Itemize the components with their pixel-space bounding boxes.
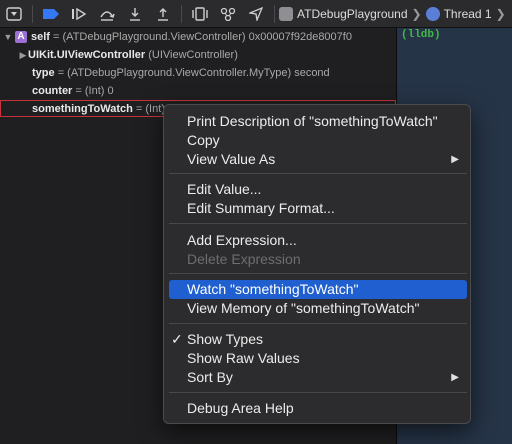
variable-name: type — [32, 67, 55, 79]
variable-name: counter — [32, 85, 73, 97]
submenu-arrow-icon: ▶ — [451, 372, 459, 383]
breadcrumb-app[interactable]: ATDebugPlayground — [297, 7, 408, 21]
thread-icon — [425, 6, 440, 21]
toolbar-divider — [181, 4, 182, 23]
app-icon — [279, 6, 293, 21]
variable-row-type[interactable]: type = (ATDebugPlayground.ViewController… — [0, 64, 396, 82]
menu-separator — [169, 223, 467, 224]
variable-row-superclass[interactable]: ▶ UIKit.UIViewController (UIViewControll… — [0, 46, 396, 64]
disclosure-open-icon[interactable]: ▼ — [3, 32, 13, 42]
menu-separator — [169, 392, 467, 393]
menu-separator — [169, 323, 467, 324]
menu-item-print-description[interactable]: Print Description of "somethingToWatch" — [169, 112, 467, 131]
toolbar-divider — [32, 4, 33, 23]
menu-item-add-expression[interactable]: Add Expression... — [169, 231, 467, 250]
memory-graph-icon[interactable] — [217, 3, 239, 25]
menu-item-show-types[interactable]: ✓ Show Types — [169, 330, 467, 349]
menu-item-view-memory[interactable]: View Memory of "somethingToWatch" — [169, 299, 467, 318]
menu-item-edit-value[interactable]: Edit Value... — [169, 180, 467, 199]
variable-row-counter[interactable]: counter = (Int) 0 — [0, 82, 396, 100]
menu-item-edit-summary-format[interactable]: Edit Summary Format... — [169, 199, 467, 218]
menu-item-watch[interactable]: Watch "somethingToWatch" — [169, 280, 467, 299]
variable-detail: = (ATDebugPlayground.ViewController.MyTy… — [57, 67, 330, 79]
menu-item-label: Sort By — [187, 369, 233, 385]
variable-detail: = (Int) 0 — [75, 85, 114, 97]
menu-item-label: Show Types — [187, 331, 264, 347]
lldb-prompt: (lldb) — [401, 29, 441, 41]
view-debugger-icon[interactable] — [189, 3, 211, 25]
checkmark-icon: ✓ — [171, 331, 183, 347]
hide-debug-area-icon[interactable] — [3, 3, 25, 25]
class-badge-icon: A — [15, 31, 27, 43]
menu-item-view-value-as[interactable]: View Value As ▶ — [169, 150, 467, 169]
toolbar-divider — [274, 4, 275, 23]
menu-separator — [169, 173, 467, 174]
variable-detail: = (ATDebugPlayground.ViewController) 0x0… — [53, 31, 352, 43]
step-over-icon[interactable] — [96, 3, 118, 25]
context-menu: Print Description of "somethingToWatch" … — [163, 104, 471, 424]
breadcrumb-thread[interactable]: Thread 1 — [444, 7, 492, 21]
step-out-icon[interactable] — [152, 3, 174, 25]
chevron-right-icon: ❯ — [411, 6, 422, 21]
menu-item-debug-area-help[interactable]: Debug Area Help — [169, 399, 467, 418]
breadcrumb: ATDebugPlayground ❯ Thread 1 ❯ — [279, 6, 510, 21]
continue-icon[interactable] — [68, 3, 90, 25]
breakpoints-toggle-icon[interactable] — [40, 3, 62, 25]
variable-name: somethingToWatch — [32, 102, 133, 115]
menu-item-label: View Value As — [187, 151, 276, 167]
variable-name: self — [31, 31, 50, 43]
chevron-right-icon: ❯ — [495, 6, 506, 21]
simulate-location-icon[interactable] — [245, 3, 267, 25]
menu-item-sort-by[interactable]: Sort By ▶ — [169, 368, 467, 387]
menu-item-show-raw-values[interactable]: Show Raw Values — [169, 349, 467, 368]
debug-toolbar: ATDebugPlayground ❯ Thread 1 ❯ — [0, 0, 512, 28]
menu-separator — [169, 273, 467, 274]
menu-item-delete-expression: Delete Expression — [187, 251, 301, 267]
step-into-icon[interactable] — [124, 3, 146, 25]
variable-name: UIKit.UIViewController — [28, 49, 146, 61]
submenu-arrow-icon: ▶ — [451, 154, 459, 165]
variable-detail: (UIViewController) — [148, 49, 238, 61]
menu-item-copy[interactable]: Copy — [169, 131, 467, 150]
disclosure-closed-icon[interactable]: ▶ — [18, 50, 28, 61]
variable-row-self[interactable]: ▼ A self = (ATDebugPlayground.ViewContro… — [0, 28, 396, 46]
